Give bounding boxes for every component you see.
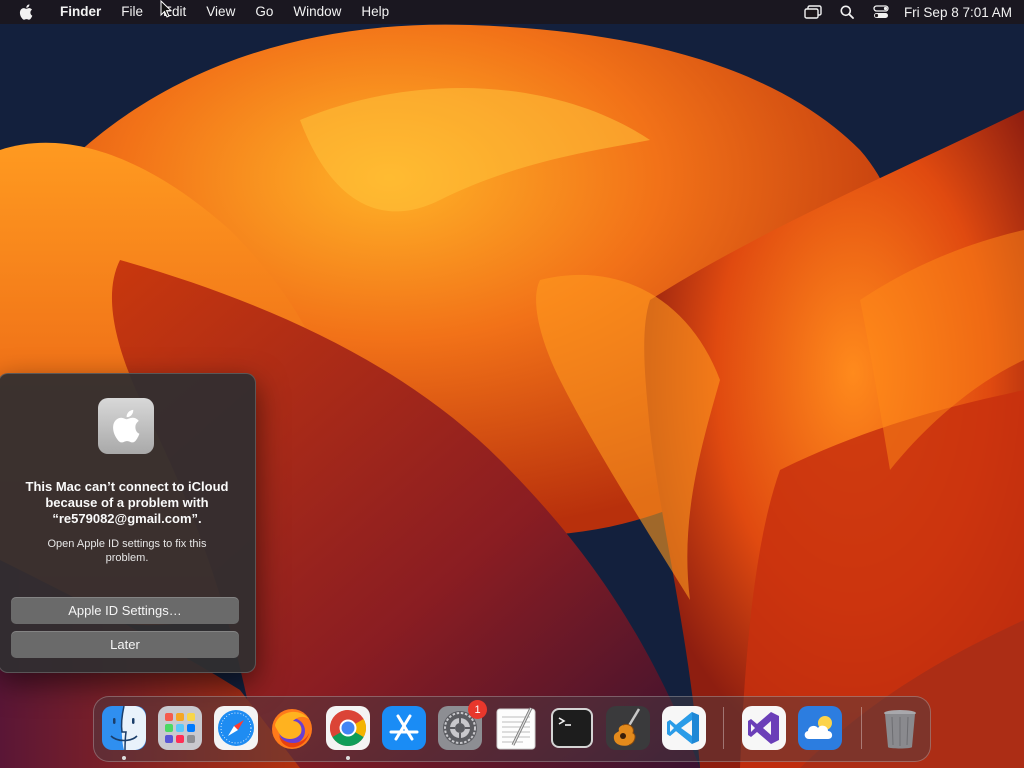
menu-help[interactable]: Help — [351, 0, 399, 24]
chrome-running-indicator — [346, 756, 350, 760]
alert-title: This Mac can’t connect to iCloud because… — [25, 479, 229, 526]
weather-icon — [798, 706, 842, 750]
screen-mirroring-icon[interactable] — [796, 0, 830, 24]
later-button[interactable]: Later — [11, 631, 239, 658]
dock-item-finder[interactable] — [101, 705, 147, 751]
dock-item-vscode[interactable] — [661, 705, 707, 751]
safari-icon — [214, 706, 258, 750]
dock-item-trash[interactable] — [877, 705, 923, 751]
notification-badge: 1 — [468, 700, 487, 719]
menu-bar: Finder File Edit View Go Window Help Fri… — [0, 0, 1024, 24]
firefox-icon — [272, 709, 312, 749]
menu-file[interactable]: File — [111, 0, 153, 24]
app-store-icon — [382, 706, 426, 750]
garageband-icon — [606, 706, 650, 750]
control-center-icon[interactable] — [864, 0, 898, 24]
launchpad-icon — [158, 706, 202, 750]
dock-item-textedit[interactable] — [493, 705, 539, 751]
mouse-cursor-icon — [160, 0, 173, 23]
visual-studio-icon — [742, 706, 786, 750]
icloud-alert-notification: This Mac can’t connect to iCloud because… — [0, 373, 256, 673]
vscode-icon — [662, 706, 706, 750]
menu-window[interactable]: Window — [283, 0, 351, 24]
dock-item-visual-studio[interactable] — [741, 705, 787, 751]
apple-menu-icon[interactable] — [12, 4, 40, 20]
menu-view[interactable]: View — [196, 0, 245, 24]
chrome-icon — [326, 706, 370, 750]
dock-item-terminal[interactable] — [549, 705, 595, 751]
dock-item-garageband[interactable] — [605, 705, 651, 751]
dock-item-system-settings[interactable]: 1 — [437, 700, 487, 751]
dock-item-weather[interactable] — [797, 705, 843, 751]
dock-item-firefox[interactable] — [269, 705, 315, 751]
dock-item-chrome[interactable] — [325, 705, 371, 751]
dock: 1 — [93, 696, 931, 762]
finder-running-indicator — [122, 756, 126, 760]
app-menu-finder[interactable]: Finder — [50, 0, 111, 24]
dock-item-app-store[interactable] — [381, 705, 427, 751]
terminal-icon — [551, 708, 593, 748]
apple-id-settings-button[interactable]: Apple ID Settings… — [11, 597, 239, 624]
menu-go[interactable]: Go — [245, 0, 283, 24]
apple-id-logo-icon — [98, 398, 154, 454]
dock-separator — [723, 707, 724, 749]
spotlight-search-icon[interactable] — [830, 0, 864, 24]
finder-icon — [102, 705, 146, 751]
menubar-clock[interactable]: Fri Sep 8 7:01 AM — [898, 5, 1012, 20]
trash-icon — [884, 710, 916, 749]
textedit-icon — [496, 707, 536, 750]
dock-item-safari[interactable] — [213, 705, 259, 751]
dock-item-launchpad[interactable] — [157, 705, 203, 751]
dock-separator — [861, 707, 862, 749]
alert-message: Open Apple ID settings to fix this probl… — [47, 538, 207, 564]
